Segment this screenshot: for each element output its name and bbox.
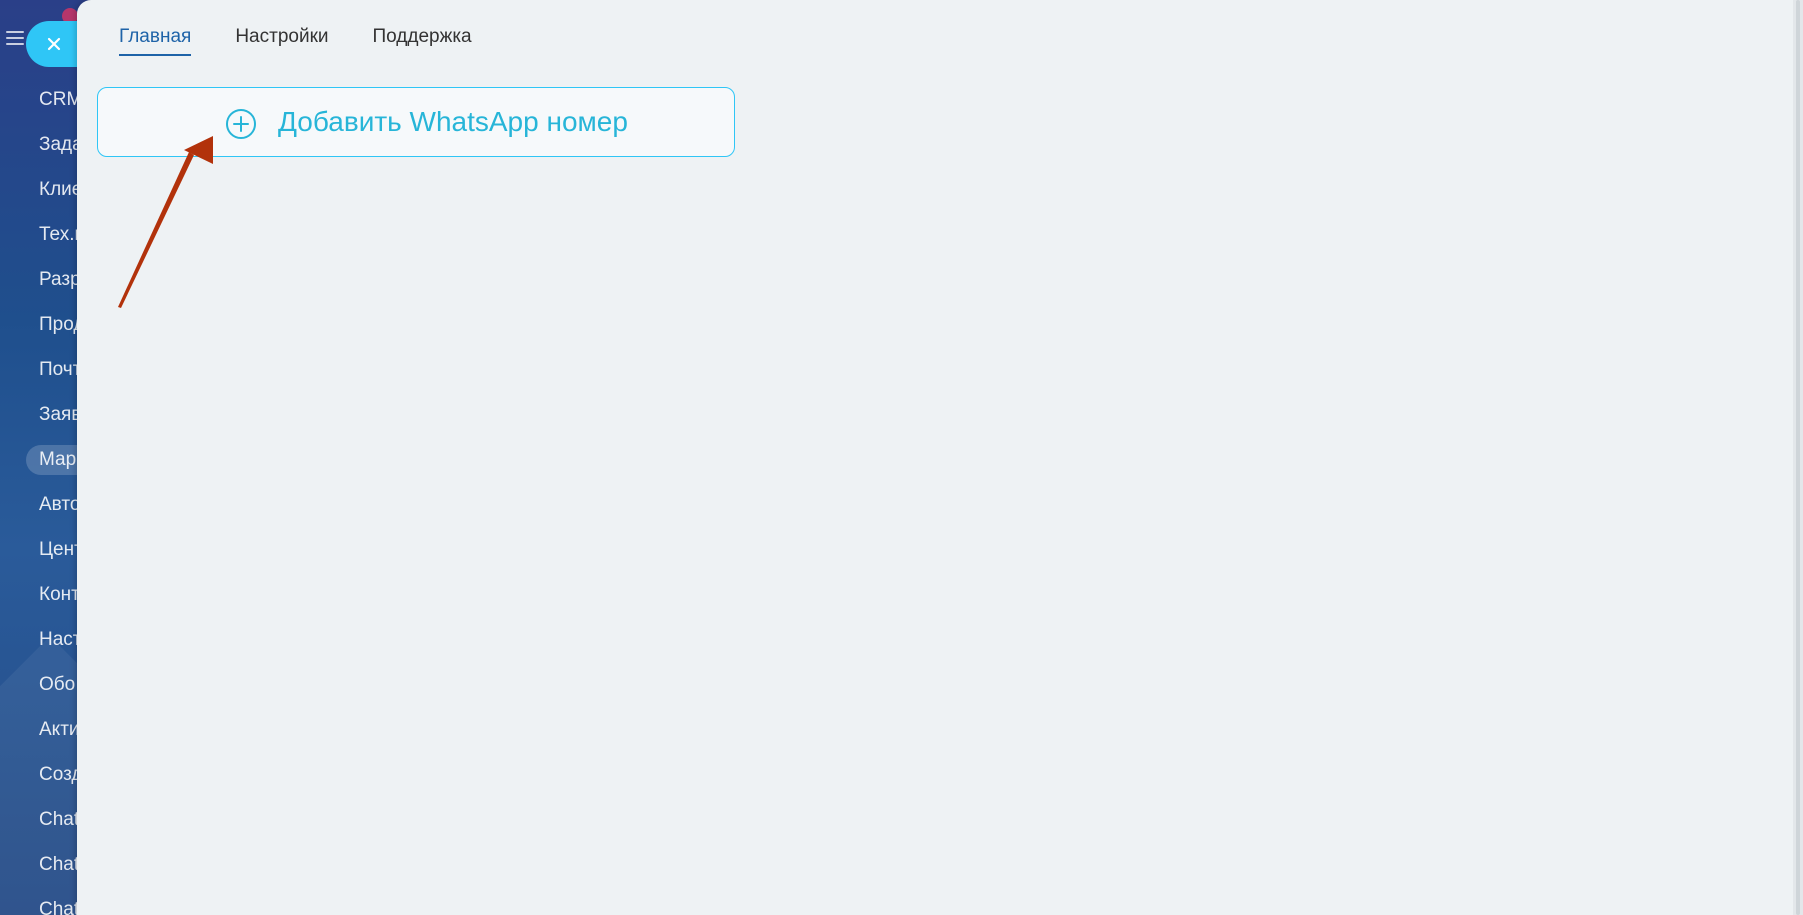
tab-support[interactable]: Поддержка bbox=[373, 26, 472, 56]
plus-circle-icon bbox=[226, 109, 256, 139]
hamburger-menu-icon[interactable] bbox=[6, 31, 24, 45]
annotation-arrow-icon bbox=[118, 136, 213, 308]
app-slider-panel: Главная Настройки Поддержка Добавить Wha… bbox=[77, 0, 1803, 915]
tab-bar: Главная Настройки Поддержка bbox=[119, 26, 472, 56]
scrollbar[interactable] bbox=[1793, 0, 1803, 915]
tab-settings[interactable]: Настройки bbox=[235, 26, 328, 56]
tab-main[interactable]: Главная bbox=[119, 26, 192, 56]
add-whatsapp-number-label: Добавить WhatsApp номер bbox=[278, 106, 628, 137]
close-icon bbox=[47, 37, 61, 51]
